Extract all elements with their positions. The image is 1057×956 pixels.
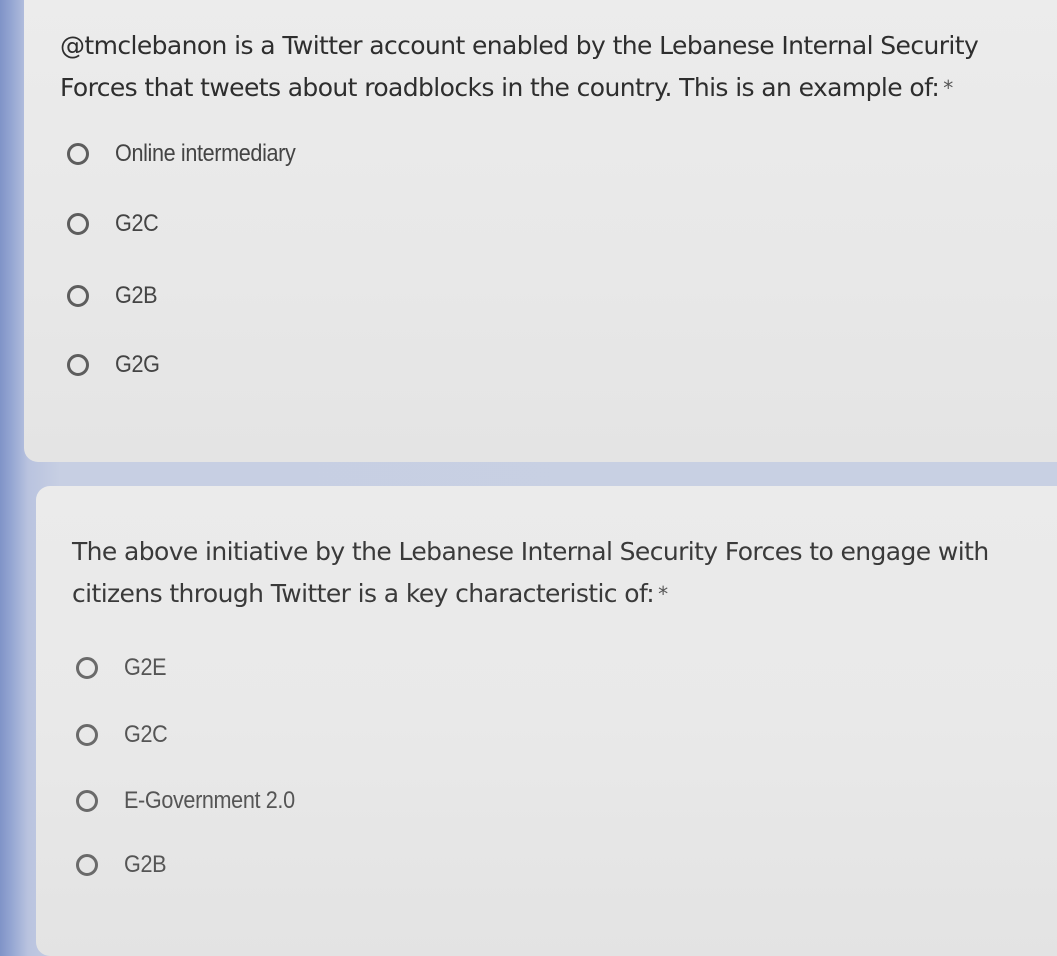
option-label: G2E [124,654,167,681]
required-asterisk: * [658,582,668,606]
radio-unselected-icon[interactable] [67,143,89,165]
radio-unselected-icon[interactable] [67,285,89,307]
question-2-text: The above initiative by the Lebanese Int… [72,537,989,608]
option-label: G2B [124,851,167,878]
option-g2b[interactable]: G2B [67,276,162,316]
option-label: G2C [124,721,168,748]
question-2-title: The above initiative by the Lebanese Int… [72,531,1032,615]
option-label: Online intermediary [115,140,296,167]
question-card-2: The above initiative by the Lebanese Int… [36,486,1057,956]
radio-unselected-icon[interactable] [76,790,98,812]
option-g2c[interactable]: G2C [67,204,163,244]
option-e-government-2-0[interactable]: E-Government 2.0 [76,781,314,821]
option-g2e[interactable]: G2E [76,648,171,688]
radio-unselected-icon[interactable] [76,724,98,746]
question-1-title: @tmclebanon is a Twitter account enabled… [60,25,1057,109]
radio-unselected-icon[interactable] [76,854,98,876]
option-label: G2G [115,351,160,378]
radio-unselected-icon[interactable] [67,354,89,376]
option-label: E-Government 2.0 [124,787,295,814]
radio-unselected-icon[interactable] [67,213,89,235]
option-g2g[interactable]: G2G [67,345,164,385]
required-asterisk: * [943,76,953,100]
question-card-1: @tmclebanon is a Twitter account enabled… [24,0,1057,462]
option-label: G2B [115,282,158,309]
option-label: G2C [115,210,159,237]
option-g2b[interactable]: G2B [76,845,171,885]
option-online-intermediary[interactable]: Online intermediary [67,134,316,174]
radio-unselected-icon[interactable] [76,657,98,679]
question-1-text: @tmclebanon is a Twitter account enabled… [60,31,979,102]
option-g2c[interactable]: G2C [76,715,172,755]
